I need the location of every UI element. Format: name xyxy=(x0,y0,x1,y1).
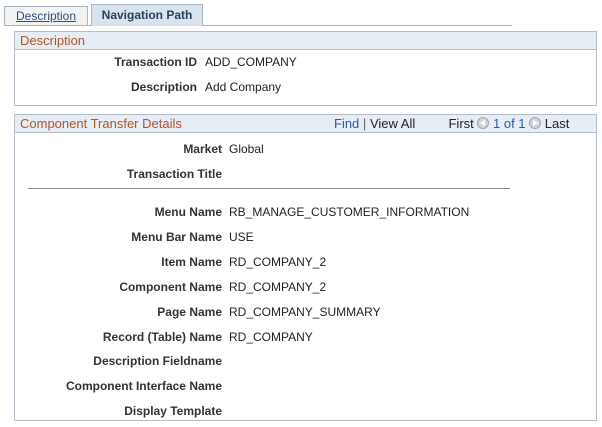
component-name-label: Component Name xyxy=(119,280,222,294)
description-fieldname-row: Description Fieldname xyxy=(15,353,595,369)
display-template-row: Display Template xyxy=(15,403,595,419)
description-value: Add Company xyxy=(205,80,282,94)
transaction-title-label: Transaction Title xyxy=(126,167,222,181)
market-value: Global xyxy=(229,142,264,156)
market-row: Market Global xyxy=(15,141,595,157)
page-name-value: RD_COMPANY_SUMMARY xyxy=(229,305,381,319)
menu-name-label: Menu Name xyxy=(154,205,222,219)
market-label: Market xyxy=(183,142,222,156)
tab-navigation-path[interactable]: Navigation Path xyxy=(91,4,203,26)
find-link[interactable]: Find xyxy=(334,116,359,131)
component-transfer-group: Component Transfer Details Find | View A… xyxy=(14,114,597,421)
item-name-label: Item Name xyxy=(161,255,222,269)
menu-bar-name-value: USE xyxy=(229,230,254,244)
tab-bar: Description Navigation Path xyxy=(4,4,512,26)
nav-separator: | xyxy=(362,116,367,131)
menu-name-row: Menu Name RB_MANAGE_CUSTOMER_INFORMATION xyxy=(15,204,595,220)
description-group: Description Transaction ID ADD_COMPANY D… xyxy=(14,31,597,106)
menu-bar-name-label: Menu Bar Name xyxy=(131,230,222,244)
section-divider xyxy=(28,188,510,189)
component-transfer-title: Component Transfer Details xyxy=(20,116,182,131)
row-range: 1 of 1 xyxy=(493,116,526,131)
last-label: Last xyxy=(544,116,570,131)
page-name-label: Page Name xyxy=(157,305,222,319)
tab-underline xyxy=(4,25,512,26)
item-name-row: Item Name RD_COMPANY_2 xyxy=(15,254,595,270)
description-fieldname-label: Description Fieldname xyxy=(93,354,222,368)
menu-name-value: RB_MANAGE_CUSTOMER_INFORMATION xyxy=(229,205,470,219)
display-template-label: Display Template xyxy=(124,404,222,418)
tab-navigation-path-label[interactable]: Navigation Path xyxy=(102,8,193,22)
component-interface-row: Component Interface Name xyxy=(15,378,595,394)
view-all-link[interactable]: View All xyxy=(370,116,415,131)
item-name-value: RD_COMPANY_2 xyxy=(229,255,327,269)
description-row: Description Add Company xyxy=(15,79,595,95)
transaction-id-value: ADD_COMPANY xyxy=(205,55,297,69)
transaction-id-label: Transaction ID xyxy=(114,55,197,69)
record-name-value: RD_COMPANY xyxy=(229,330,313,344)
component-name-row: Component Name RD_COMPANY_2 xyxy=(15,279,595,295)
scroll-nav: Find | View All First 1 of 1 Last xyxy=(334,115,596,133)
record-name-row: Record (Table) Name RD_COMPANY xyxy=(15,329,595,345)
transaction-title-row: Transaction Title xyxy=(15,166,595,182)
description-group-header: Description xyxy=(15,32,596,50)
component-name-value: RD_COMPANY_2 xyxy=(229,280,327,294)
page-name-row: Page Name RD_COMPANY_SUMMARY xyxy=(15,304,595,320)
first-label: First xyxy=(448,116,474,131)
description-label: Description xyxy=(130,80,197,94)
component-interface-label: Component Interface Name xyxy=(65,379,222,393)
transaction-id-row: Transaction ID ADD_COMPANY xyxy=(15,54,595,70)
previous-arrow-icon[interactable] xyxy=(477,117,490,129)
tab-description-label[interactable]: Description xyxy=(16,9,76,23)
next-arrow-icon[interactable] xyxy=(529,117,542,129)
record-name-label: Record (Table) Name xyxy=(102,330,222,344)
menu-bar-name-row: Menu Bar Name USE xyxy=(15,229,595,245)
tab-description[interactable]: Description xyxy=(4,6,88,25)
